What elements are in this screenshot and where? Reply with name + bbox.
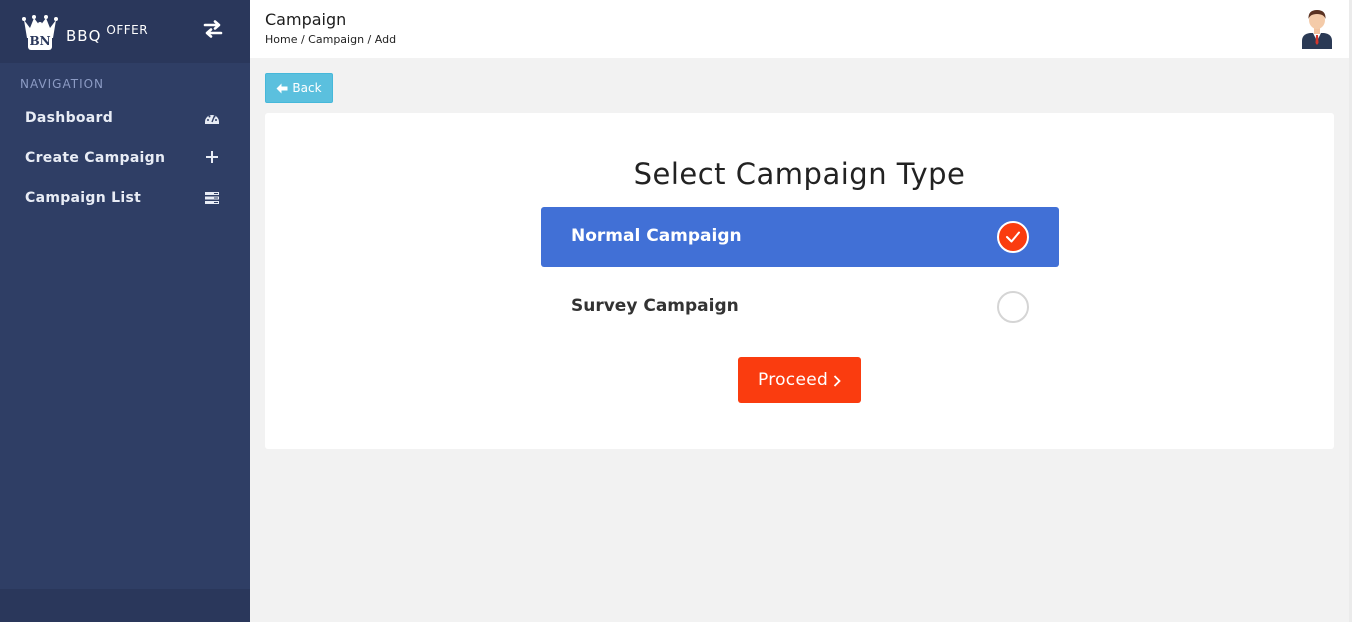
sidebar-header: BN BBQ OFFER (0, 0, 250, 63)
crown-logo-icon: BN (22, 14, 58, 50)
option-survey-campaign[interactable]: Survey Campaign (541, 277, 1059, 337)
user-avatar-icon[interactable] (1300, 7, 1334, 49)
sidebar-item-campaign-list[interactable]: Campaign List (0, 178, 250, 218)
sidebar-item-create-campaign[interactable]: Create Campaign (0, 138, 250, 178)
nav-heading: NAVIGATION (20, 77, 105, 91)
radio-unchecked[interactable] (997, 291, 1029, 323)
back-button[interactable]: Back (265, 73, 333, 103)
campaign-type-card: Select Campaign Type Normal Campaign Sur… (265, 113, 1334, 449)
proceed-button[interactable]: Proceed (738, 357, 861, 403)
checkmark-icon (1006, 231, 1020, 243)
breadcrumb: Home / Campaign / Add (265, 33, 397, 46)
swap-arrows-icon[interactable] (203, 20, 223, 38)
sidebar-footer (0, 589, 250, 622)
logo-initials: BN (29, 34, 50, 48)
top-header: Campaign Home / Campaign / Add (250, 0, 1350, 58)
radio-checked[interactable] (997, 221, 1029, 253)
proceed-button-label: Proceed (757, 370, 829, 390)
card-title: Select Campaign Type (633, 157, 966, 191)
sidebar-item-label: Dashboard (25, 110, 114, 126)
chevron-right-icon (833, 375, 841, 387)
brand-name: BBQ (66, 26, 102, 45)
page-title: Campaign (265, 10, 347, 29)
sidebar: BN BBQ OFFER NAVIGATION Dashboard Create… (0, 0, 250, 622)
brand-logo[interactable]: BN BBQ OFFER (20, 12, 148, 52)
back-button-label: Back (292, 81, 322, 95)
option-label: Normal Campaign (571, 226, 742, 246)
brand-suffix: OFFER (106, 22, 149, 37)
option-normal-campaign[interactable]: Normal Campaign (541, 207, 1059, 267)
sidebar-item-dashboard[interactable]: Dashboard (0, 98, 250, 138)
list-icon (205, 192, 219, 204)
sidebar-item-label: Create Campaign (25, 150, 166, 166)
dashboard-icon (205, 115, 219, 124)
sidebar-item-label: Campaign List (25, 190, 142, 206)
arrow-left-icon (276, 83, 288, 93)
plus-icon (206, 151, 218, 163)
option-label: Survey Campaign (571, 296, 739, 316)
